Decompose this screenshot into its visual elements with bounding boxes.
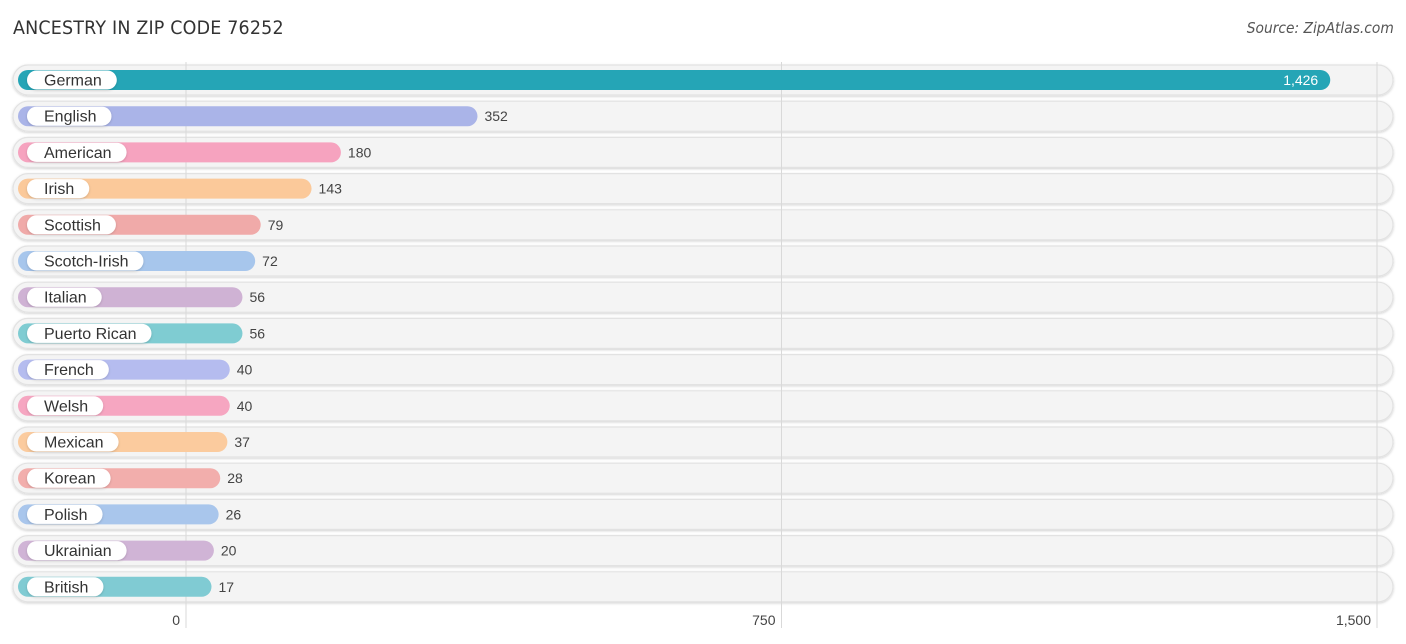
value-label: 72 bbox=[262, 253, 278, 269]
category-label: Scotch-Irish bbox=[44, 254, 128, 271]
category-label: Welsh bbox=[44, 398, 88, 415]
value-label: 37 bbox=[234, 434, 250, 450]
value-label: 180 bbox=[348, 144, 372, 160]
value-label: 40 bbox=[237, 362, 253, 378]
value-label: 1,426 bbox=[1283, 72, 1318, 88]
category-label: British bbox=[44, 579, 88, 596]
value-label: 40 bbox=[237, 398, 253, 414]
value-label: 17 bbox=[218, 579, 234, 595]
bar-track bbox=[12, 498, 1394, 530]
category-label: German bbox=[44, 73, 102, 90]
category-label: English bbox=[44, 109, 96, 126]
value-label: 20 bbox=[221, 543, 237, 559]
x-tick-label: 1,500 bbox=[1336, 612, 1371, 628]
value-label: 28 bbox=[227, 470, 243, 486]
category-label: French bbox=[44, 362, 94, 379]
category-label: Mexican bbox=[44, 435, 104, 452]
category-label: Irish bbox=[44, 181, 74, 198]
category-label: Scottish bbox=[44, 217, 101, 234]
value-label: 143 bbox=[319, 181, 343, 197]
bar-chart: German 1,426 English 352 American 180 Irish 143… bbox=[12, 62, 1394, 628]
category-label: Italian bbox=[44, 290, 87, 307]
value-label: 56 bbox=[249, 325, 265, 341]
value-label: 352 bbox=[484, 108, 508, 124]
x-tick-label: 750 bbox=[752, 612, 776, 628]
category-label: Korean bbox=[44, 471, 96, 488]
category-label: Polish bbox=[44, 507, 88, 524]
bar[interactable] bbox=[18, 70, 1331, 90]
value-label: 56 bbox=[249, 289, 265, 305]
value-label: 79 bbox=[268, 217, 284, 233]
category-label: Ukrainian bbox=[44, 543, 112, 560]
x-tick-label: 0 bbox=[172, 612, 180, 628]
value-label: 26 bbox=[226, 506, 242, 522]
category-label: American bbox=[44, 145, 112, 162]
category-label: Puerto Rican bbox=[44, 326, 137, 343]
